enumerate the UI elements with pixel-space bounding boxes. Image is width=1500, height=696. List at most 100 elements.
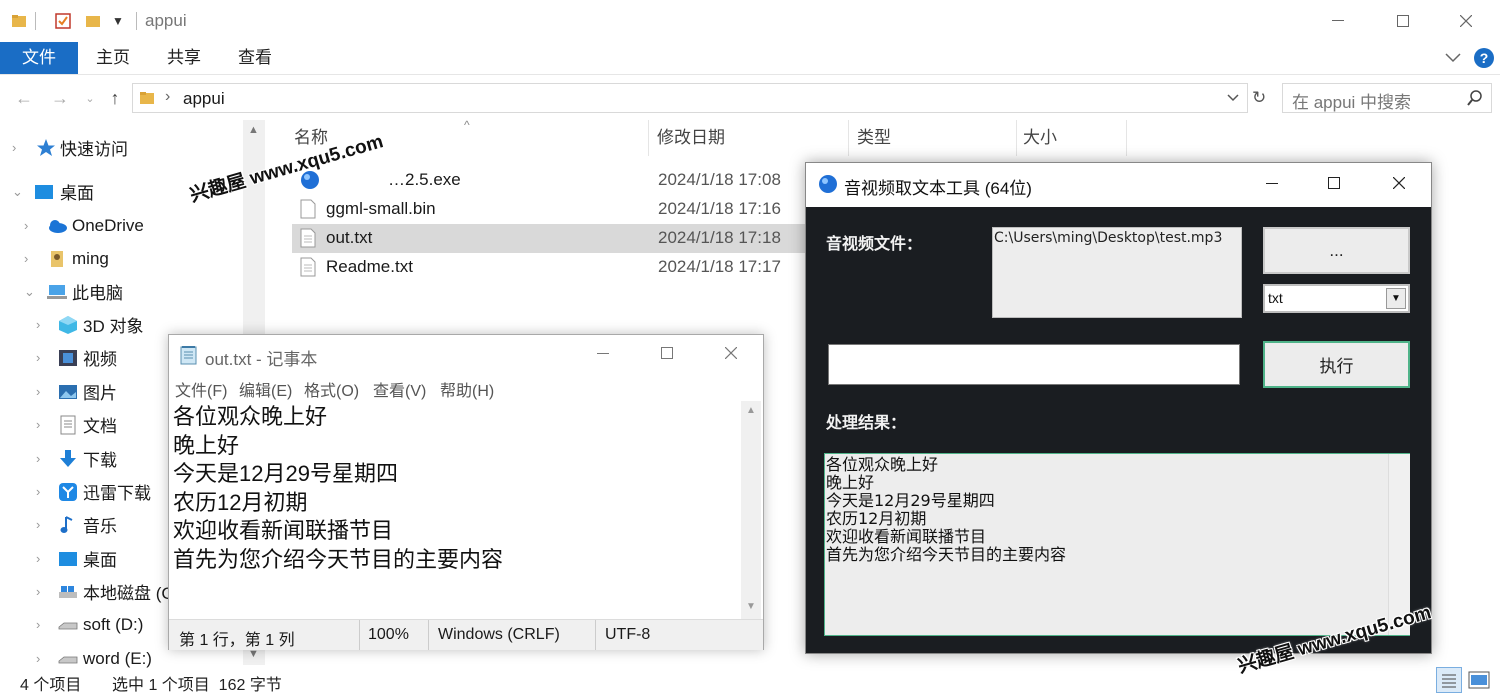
address-dropdown-icon[interactable] (1226, 90, 1240, 104)
breadcrumb-chevron-icon: › (165, 88, 171, 105)
properties-icon[interactable] (52, 10, 74, 32)
column-header-size[interactable]: 大小 (1023, 120, 1057, 156)
menu-format[interactable]: 格式(O) (304, 377, 359, 401)
browse-button[interactable]: ... (1263, 227, 1410, 274)
sidebar-item-onedrive[interactable]: › OneDrive (0, 209, 240, 242)
file-date: 2024/1/18 17:08 (658, 170, 781, 189)
chevron-down-icon[interactable]: ▼ (1386, 288, 1406, 309)
ribbon: 文件 主页 共享 查看 ? (0, 42, 1500, 75)
menu-edit[interactable]: 编辑(E) (239, 377, 292, 401)
file-icon (300, 257, 316, 277)
scroll-down-icon[interactable]: ▼ (746, 601, 756, 612)
text-line: 今天是12月29号星期四 (173, 461, 398, 487)
app-icon (818, 174, 838, 194)
notepad-status-bar: 第 1 行，第 1 列 100% Windows (CRLF) UTF-8 (169, 619, 763, 650)
search-placeholder: 在 appui 中搜索 (1292, 93, 1412, 112)
sidebar-item-label: 下载 (83, 451, 117, 470)
cube-icon (58, 315, 78, 335)
forward-icon[interactable]: → (48, 86, 72, 110)
file-name: Readme.txt (326, 257, 413, 276)
notepad-title: out.txt - 记事本 (205, 350, 318, 369)
file-label: 音视频文件： (826, 236, 923, 253)
maximize-icon[interactable] (661, 347, 673, 359)
output-path-input[interactable] (828, 344, 1240, 385)
recent-locations-icon[interactable]: ⌄ (78, 86, 102, 110)
computer-icon (46, 282, 67, 302)
refresh-icon[interactable]: ↻ (1252, 88, 1266, 108)
details-view-icon[interactable] (1436, 667, 1462, 693)
sidebar-item-this-pc[interactable]: ⌄ 此电脑 (0, 275, 240, 308)
sidebar-item-label: OneDrive (72, 215, 144, 235)
maximize-icon[interactable] (1381, 8, 1425, 34)
result-line: 首先为您介绍今天节目的主要内容 (826, 545, 1067, 564)
notepad-text-area[interactable]: 各位观众晚上好 晚上好 今天是12月29号星期四 农历12月初期 欢迎收看新闻联… (173, 403, 733, 575)
encoding: UTF-8 (605, 626, 651, 643)
column-header-type[interactable]: 类型 (857, 120, 891, 156)
close-icon[interactable] (725, 347, 737, 359)
desktop-icon (34, 182, 54, 202)
sort-ascending-icon: ^ (464, 118, 470, 132)
explorer-status-bar: 4 个项目 选中 1 个项目 162 字节 (0, 666, 1500, 696)
column-header-date[interactable]: 修改日期 (657, 120, 725, 156)
sidebar-item-quick-access[interactable]: › 快速访问 (0, 131, 240, 164)
file-path-box[interactable]: C:\Users\ming\Desktop\test.mp3 (992, 227, 1242, 318)
folder-icon (139, 90, 155, 106)
tab-file[interactable]: 文件 (0, 42, 78, 74)
text-line: 各位观众晚上好 (173, 404, 328, 429)
minimize-icon[interactable] (1316, 8, 1360, 34)
close-icon[interactable] (1393, 177, 1405, 189)
file-icon (300, 228, 316, 248)
new-folder-icon[interactable] (82, 10, 104, 32)
sidebar-item-label: ming (72, 248, 109, 268)
menu-file[interactable]: 文件(F) (175, 377, 227, 401)
file-icon (300, 199, 316, 219)
sidebar-item-label: soft (D:) (83, 614, 144, 634)
minimize-icon[interactable] (597, 353, 609, 355)
notepad-window: out.txt - 记事本 文件(F) 编辑(E) 格式(O) 查看(V) 帮助… (168, 334, 764, 650)
scroll-up-icon[interactable]: ▲ (746, 405, 756, 416)
transcribe-tool-window: 音视频取文本工具 (64位) 音视频文件： C:\Users\ming\Desk… (805, 162, 1432, 654)
notepad-scrollbar[interactable]: ▲ ▼ (741, 401, 761, 619)
sidebar-item-label: 此电脑 (72, 284, 123, 303)
drive-icon (58, 582, 78, 602)
help-icon[interactable]: ? (1474, 48, 1494, 68)
notepad-titlebar: out.txt - 记事本 (169, 335, 763, 375)
tab-home[interactable]: 主页 (84, 42, 142, 74)
minimize-icon[interactable] (1266, 183, 1278, 185)
address-bar[interactable]: › appui (132, 83, 1248, 113)
back-icon[interactable]: ← (12, 86, 36, 110)
tab-share[interactable]: 共享 (155, 42, 213, 74)
breadcrumb[interactable]: appui (183, 89, 225, 109)
selection-info: 选中 1 个项目 162 字节 (112, 677, 282, 694)
customize-dropdown-icon[interactable]: ▼ (108, 10, 128, 32)
explorer-titlebar: ▼ appui (0, 0, 1500, 42)
menu-help[interactable]: 帮助(H) (440, 377, 494, 401)
tool-title: 音视频取文本工具 (64位) (844, 179, 1032, 198)
result-line: 晚上好 (826, 473, 875, 492)
maximize-icon[interactable] (1328, 177, 1340, 189)
user-icon (48, 249, 68, 269)
search-input[interactable]: 在 appui 中搜索 (1282, 83, 1492, 113)
expand-ribbon-icon[interactable] (1444, 48, 1462, 66)
tab-view[interactable]: 查看 (226, 42, 284, 74)
divider (359, 620, 360, 650)
line-ending: Windows (CRLF) (438, 626, 560, 643)
sidebar-item-user[interactable]: › ming (0, 242, 240, 275)
up-icon[interactable]: ↑ (103, 86, 127, 110)
result-text-area[interactable]: 各位观众晚上好 晚上好 今天是12月29号星期四 农历12月初期 欢迎收看新闻联… (824, 453, 1410, 636)
menu-view[interactable]: 查看(V) (373, 377, 426, 401)
search-icon[interactable] (1467, 90, 1483, 106)
tool-titlebar: 音视频取文本工具 (64位) (806, 163, 1431, 207)
video-icon (58, 348, 78, 368)
notepad-menubar: 文件(F) 编辑(E) 格式(O) 查看(V) 帮助(H) (169, 375, 763, 401)
large-icons-view-icon[interactable] (1468, 670, 1490, 690)
cursor-position: 第 1 行，第 1 列 (179, 632, 295, 649)
result-line: 今天是12月29号星期四 (826, 491, 995, 510)
format-value: txt (1268, 290, 1283, 306)
close-icon[interactable] (1444, 8, 1488, 34)
format-select[interactable]: txt ▼ (1263, 284, 1410, 313)
scroll-up-icon[interactable]: ▲ (248, 124, 259, 136)
divider (136, 12, 137, 30)
result-line: 各位观众晚上好 (826, 455, 939, 474)
run-button[interactable]: 执行 (1263, 341, 1410, 388)
